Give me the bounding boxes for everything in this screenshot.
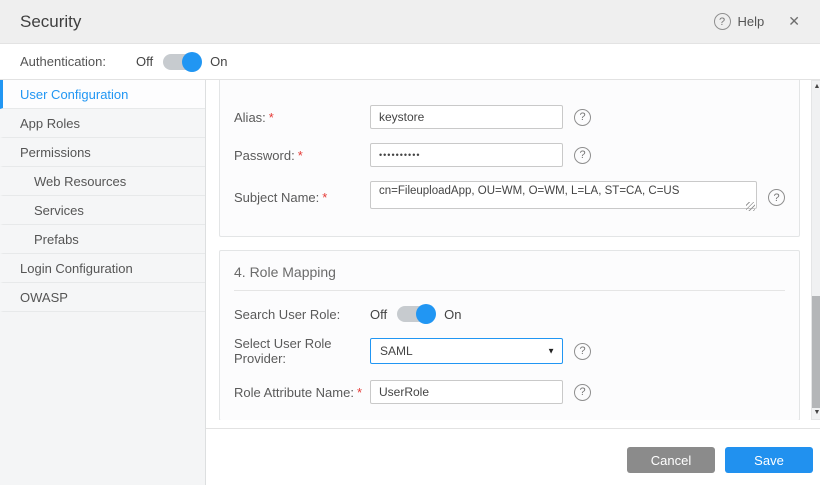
role-attribute-input[interactable] [370,380,563,404]
role-mapping-card: 4. Role Mapping Search User Role: Off On [219,250,800,420]
search-user-role-row: Search User Role: Off On [234,306,785,322]
authentication-label: Authentication: [20,54,106,69]
user-role-provider-value: SAML [380,344,413,358]
search-user-role-off-label: Off [370,307,387,322]
toggle-knob [182,52,202,72]
page-title: Security [20,12,81,32]
sidebar-item-app-roles[interactable]: App Roles [0,109,205,138]
chevron-down-icon: ▼ [547,347,555,356]
scroll-up-arrow-icon[interactable]: ▲ [812,81,820,93]
content-area: Alias:* ? Password:* ? Subject Name:* cn… [206,80,820,485]
subject-name-label: Subject Name:* [234,190,370,205]
subject-name-row: Subject Name:* cn=FileuploadApp, OU=WM, … [234,181,785,214]
required-marker: * [298,148,303,163]
user-role-provider-select[interactable]: SAML ▼ [370,338,563,364]
sidebar-item-login-configuration[interactable]: Login Configuration [0,254,205,283]
authentication-off-label: Off [136,54,153,69]
search-user-role-toggle[interactable] [397,306,434,322]
required-marker: * [322,190,327,205]
password-help-icon[interactable]: ? [574,147,591,164]
password-label: Password:* [234,148,370,163]
help-icon[interactable]: ? [714,13,731,30]
scroll-viewport: Alias:* ? Password:* ? Subject Name:* cn… [206,80,820,420]
required-marker: * [357,385,362,400]
search-user-role-on-label: On [444,307,461,322]
scroll-down-arrow-icon[interactable]: ▼ [812,407,820,419]
scrollbar-thumb[interactable] [812,296,820,408]
subject-name-help-icon[interactable]: ? [768,189,785,206]
cancel-button[interactable]: Cancel [627,447,715,473]
sidebar-item-user-configuration[interactable]: User Configuration [0,80,205,109]
textarea-resize-handle[interactable] [746,202,755,211]
alias-label: Alias:* [234,110,370,125]
alias-input[interactable] [370,105,563,129]
sidebar-item-prefabs[interactable]: Prefabs [0,225,205,254]
user-role-provider-row: Select User Role Provider: SAML ▼ ? [234,336,785,366]
password-row: Password:* ? [234,143,785,167]
authentication-on-label: On [210,54,227,69]
sidebar-item-permissions[interactable]: Permissions [0,138,205,167]
role-attribute-row: Role Attribute Name:* ? [234,380,785,404]
role-attribute-help-icon[interactable]: ? [574,384,591,401]
user-role-provider-help-icon[interactable]: ? [574,343,591,360]
alias-row: Alias:* ? [234,105,785,129]
save-button[interactable]: Save [725,447,813,473]
subject-name-textarea[interactable]: cn=FileuploadApp, OU=WM, O=WM, L=LA, ST=… [370,181,757,209]
role-mapping-section-title: 4. Role Mapping [220,251,799,290]
toggle-knob [416,304,436,324]
alias-help-icon[interactable]: ? [574,109,591,126]
sidebar-item-services[interactable]: Services [0,196,205,225]
sidebar-item-web-resources[interactable]: Web Resources [0,167,205,196]
sidebar-item-owasp[interactable]: OWASP [0,283,205,312]
search-user-role-label: Search User Role: [234,307,370,322]
authentication-toggle[interactable] [163,54,200,70]
title-bar: Security ? Help ✕ [0,0,820,44]
password-input[interactable] [370,143,563,167]
user-role-provider-label: Select User Role Provider: [234,336,370,366]
required-marker: * [269,110,274,125]
role-attribute-label: Role Attribute Name:* [234,385,370,400]
footer-actions: Cancel Save [206,429,820,473]
vertical-scrollbar[interactable]: ▲ ▼ [811,80,820,420]
certificate-section-card: Alias:* ? Password:* ? Subject Name:* cn… [219,80,800,237]
authentication-row: Authentication: Off On [0,44,820,80]
sidebar: User Configuration App Roles Permissions… [0,80,206,485]
close-icon[interactable]: ✕ [788,13,800,30]
help-link[interactable]: Help [738,14,765,29]
